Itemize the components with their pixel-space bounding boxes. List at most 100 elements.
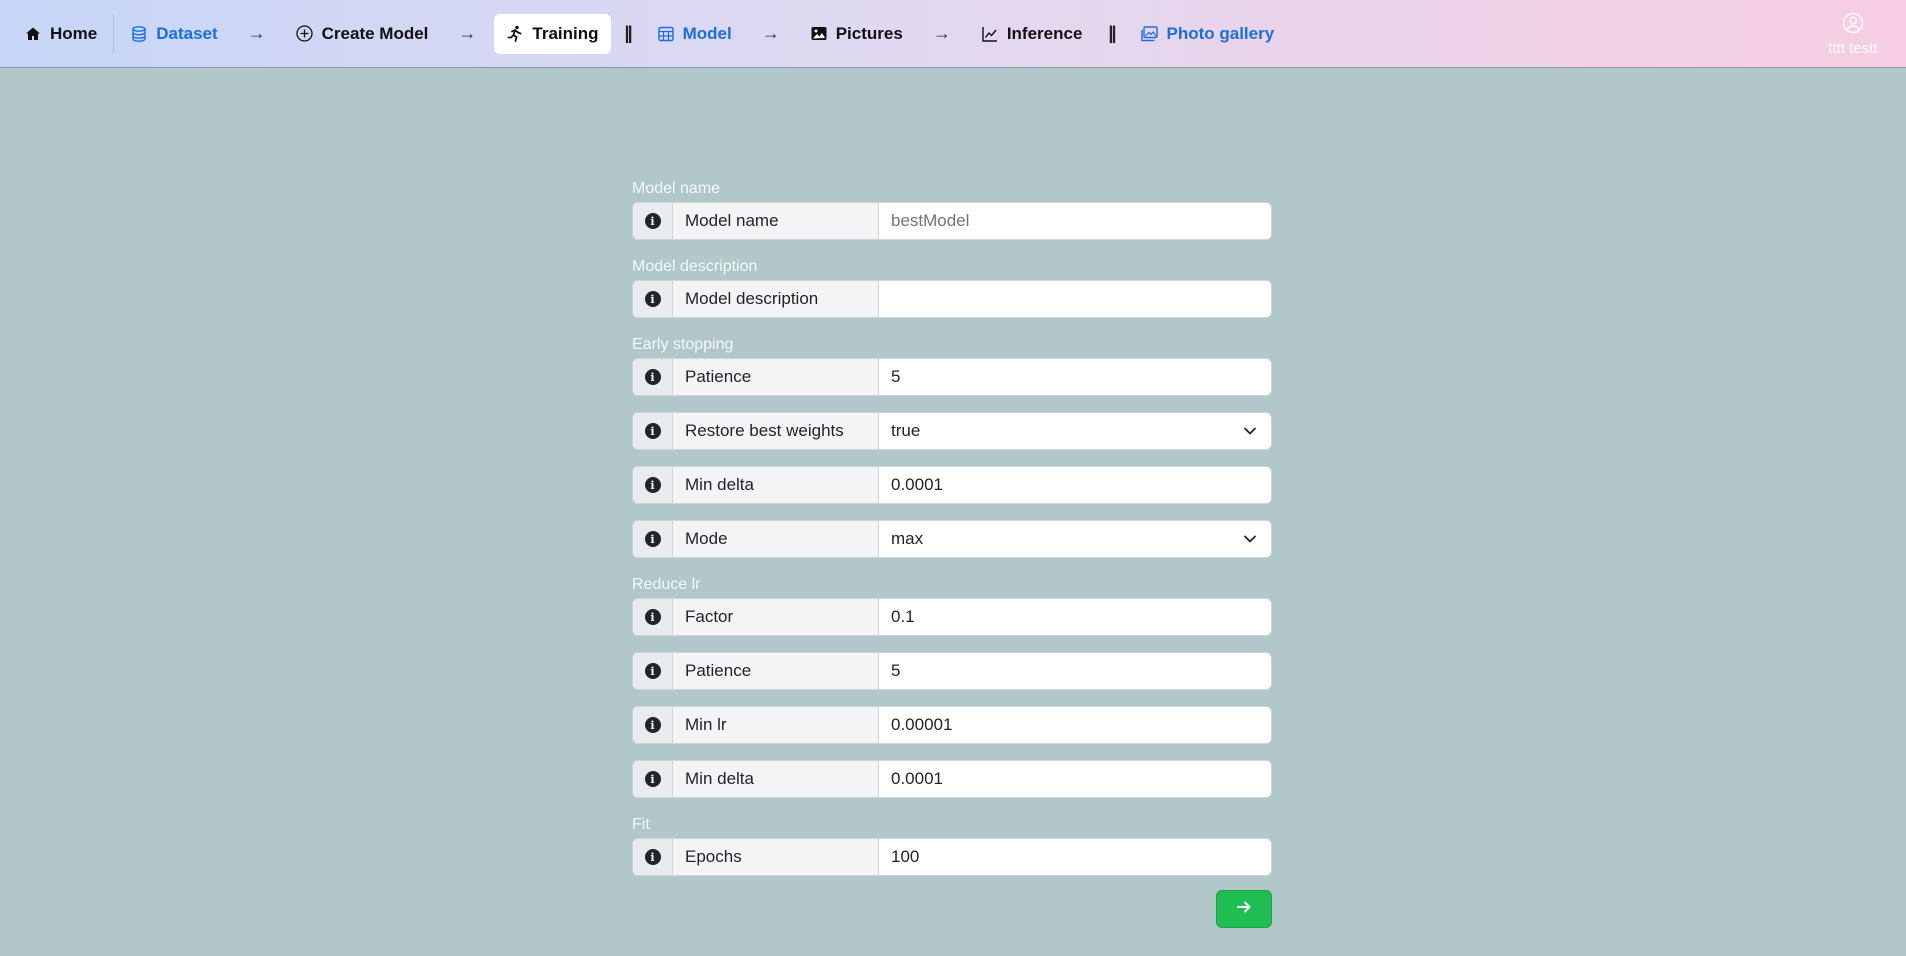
nav-inference[interactable]: Inference — [969, 14, 1095, 54]
image-icon — [810, 25, 828, 43]
info-icon: i — [644, 477, 661, 493]
nav-model-label: Model — [682, 23, 732, 43]
rlr-min-delta-field[interactable] — [879, 761, 1271, 797]
info-button[interactable]: i — [633, 359, 673, 395]
min-lr-field[interactable] — [879, 707, 1271, 743]
chevron-down-icon — [1243, 424, 1257, 438]
info-button[interactable]: i — [633, 761, 673, 797]
factor-input[interactable] — [891, 599, 1257, 635]
min-lr-input[interactable] — [891, 707, 1257, 743]
section-fit: Fit — [632, 816, 650, 833]
chevron-down-icon — [1243, 532, 1257, 546]
mode-row: i Mode max — [632, 520, 1272, 558]
nav-photo-gallery-label: Photo gallery — [1166, 23, 1275, 43]
rlr-patience-input[interactable] — [891, 653, 1257, 689]
factor-field[interactable] — [879, 599, 1271, 635]
nav-dataset-label: Dataset — [156, 23, 218, 43]
rlr-min-delta-input[interactable] — [891, 761, 1257, 797]
nav-pause-separator: || — [1108, 23, 1116, 43]
model-description-label: Model description — [673, 281, 879, 317]
es-patience-field[interactable] — [879, 359, 1271, 395]
es-patience-input[interactable] — [891, 359, 1257, 395]
info-button[interactable]: i — [633, 707, 673, 743]
nav-pictures[interactable]: Pictures — [798, 14, 915, 54]
restore-best-weights-row: i Restore best weights true — [632, 412, 1272, 450]
info-button[interactable]: i — [633, 521, 673, 557]
line-chart-icon — [981, 25, 999, 43]
model-description-input[interactable] — [891, 281, 1257, 317]
info-button[interactable]: i — [633, 203, 673, 239]
epochs-input[interactable] — [891, 839, 1257, 875]
epochs-label: Epochs — [673, 839, 879, 875]
min-lr-row: i Min lr — [632, 706, 1272, 744]
rlr-patience-label: Patience — [673, 653, 879, 689]
section-early-stopping: Early stopping — [632, 336, 734, 353]
es-min-delta-field[interactable] — [879, 467, 1271, 503]
info-button[interactable]: i — [633, 653, 673, 689]
info-icon: i — [644, 717, 661, 733]
scrollbar[interactable] — [1900, 68, 1906, 858]
es-min-delta-row: i Min delta — [632, 466, 1272, 504]
es-min-delta-label: Min delta — [673, 467, 879, 503]
factor-label: Factor — [673, 599, 879, 635]
info-button[interactable]: i — [633, 467, 673, 503]
nav-home[interactable]: Home — [12, 14, 109, 54]
nav-pictures-label: Pictures — [835, 23, 903, 43]
top-navbar: Home Dataset → Create Model → Training |… — [0, 0, 1906, 68]
section-model-name: Model name — [632, 180, 721, 197]
training-form: Model name i Model name Model descriptio… — [632, 178, 1272, 876]
es-patience-label: Patience — [673, 359, 879, 395]
info-button[interactable]: i — [633, 839, 673, 875]
nav-arrow: → — [761, 23, 780, 43]
model-name-input[interactable] — [891, 203, 1257, 239]
info-icon: i — [644, 771, 661, 787]
images-icon — [1140, 25, 1158, 43]
section-reduce-lr: Reduce lr — [632, 576, 701, 593]
nav-home-label: Home — [50, 23, 98, 43]
nav-arrow: → — [247, 23, 266, 43]
es-min-delta-input[interactable] — [891, 467, 1257, 503]
user-name: tttt testt — [1828, 40, 1878, 57]
nav-training-label: Training — [532, 23, 599, 43]
es-patience-row: i Patience — [632, 358, 1272, 396]
user-circle-icon — [1842, 12, 1864, 38]
mode-label: Mode — [673, 521, 879, 557]
nav-create-model-label: Create Model — [321, 23, 429, 43]
rlr-patience-field[interactable] — [879, 653, 1271, 689]
plus-circle-icon — [296, 25, 314, 43]
restore-best-weights-select[interactable]: true — [879, 413, 1271, 449]
running-person-icon — [506, 25, 524, 43]
epochs-field[interactable] — [879, 839, 1271, 875]
model-description-row: i Model description — [632, 280, 1272, 318]
user-menu[interactable]: tttt testt — [1818, 12, 1888, 57]
rlr-min-delta-label: Min delta — [673, 761, 879, 797]
model-name-row: i Model name — [632, 202, 1272, 240]
model-name-label: Model name — [673, 203, 879, 239]
info-icon: i — [644, 369, 661, 385]
nav-dataset[interactable]: Dataset — [118, 14, 229, 54]
model-name-field[interactable] — [879, 203, 1271, 239]
rlr-min-delta-row: i Min delta — [632, 760, 1272, 798]
restore-best-weights-value: true — [891, 421, 921, 440]
nav-pause-separator: || — [624, 23, 633, 43]
restore-best-weights-label: Restore best weights — [673, 413, 879, 449]
info-icon: i — [644, 609, 661, 625]
nav-arrow: → — [458, 23, 477, 43]
nav-inference-label: Inference — [1006, 23, 1083, 43]
info-button[interactable]: i — [633, 281, 673, 317]
nav-photo-gallery[interactable]: Photo gallery — [1128, 14, 1286, 54]
mode-value: max — [891, 529, 924, 548]
model-description-field[interactable] — [879, 281, 1271, 317]
info-button[interactable]: i — [633, 599, 673, 635]
table-icon — [657, 25, 675, 43]
rlr-patience-row: i Patience — [632, 652, 1272, 690]
info-icon: i — [644, 663, 661, 679]
info-button[interactable]: i — [633, 413, 673, 449]
nav-create-model[interactable]: Create Model — [284, 14, 441, 54]
nav-model[interactable]: Model — [645, 14, 744, 54]
mode-select[interactable]: max — [879, 521, 1271, 557]
info-icon: i — [644, 423, 661, 439]
next-button[interactable] — [1216, 890, 1272, 928]
nav-training[interactable]: Training — [494, 13, 611, 54]
home-icon — [24, 25, 42, 43]
